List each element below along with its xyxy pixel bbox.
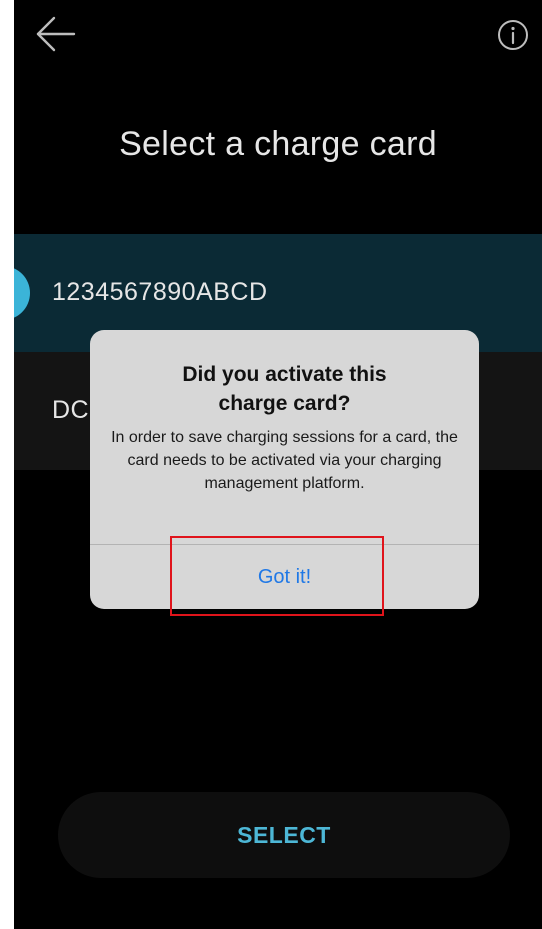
info-circle-icon [498,20,528,50]
selected-radio-indicator [14,266,30,320]
back-button[interactable] [34,14,78,54]
page-title: Select a charge card [119,125,437,163]
app-screen: Select a charge card 1234567890ABCD DC S… [14,0,542,929]
activation-alert-dialog: Did you activate this charge card? In or… [90,330,479,609]
dialog-title: Did you activate this charge card? [182,363,387,415]
got-it-button[interactable]: Got it! [90,545,479,609]
card-number-label: 1234567890ABCD [52,278,268,306]
card-number-label: DC [52,396,90,424]
select-button[interactable]: SELECT [58,792,510,878]
arrow-left-icon [36,16,76,52]
dialog-message: In order to save charging sessions for a… [111,429,458,492]
info-button[interactable] [496,18,530,52]
